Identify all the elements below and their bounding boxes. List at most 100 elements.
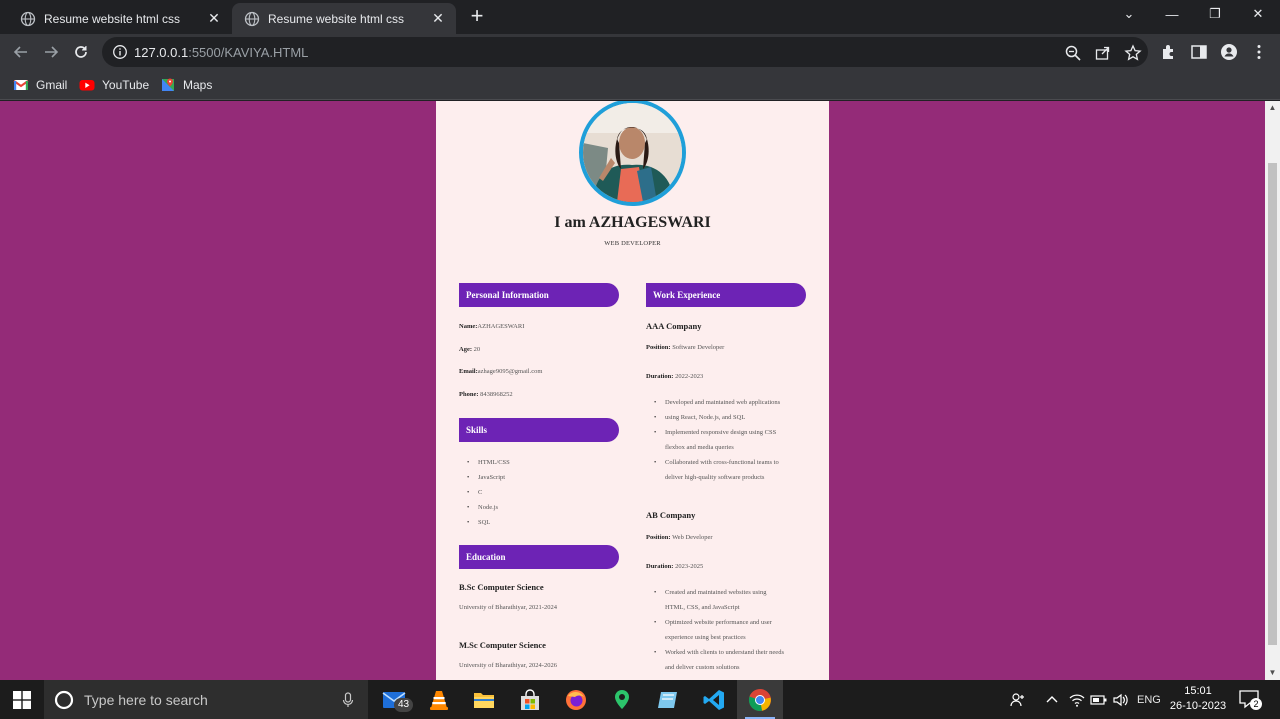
windows-logo-icon [13,690,31,709]
tab-resume-2[interactable]: Resume website html css ✕ [232,3,456,34]
tab-strip: Resume website html css ✕ Resume website… [0,0,1280,34]
url-text: 127.0.0.1:5500/KAVIYA.HTML [134,44,309,60]
gmail-icon [13,80,29,90]
profile-photo [579,101,686,206]
arrow-left-icon [13,46,27,58]
new-tab-button[interactable]: + [466,5,488,28]
store-bag-icon [521,688,539,710]
tab-resume-1[interactable]: Resume website html css ✕ [8,3,232,34]
globe-icon [20,11,36,26]
address-bar[interactable]: 127.0.0.1:5500/KAVIYA.HTML [102,37,1148,67]
page-scrollbar[interactable]: ▲ ▼ [1265,101,1280,680]
job-bullet: Collaborated with cross-functional teams… [654,455,779,470]
company-name: AB Company [646,510,696,520]
microphone-icon[interactable] [342,692,354,708]
job-bullet-cont: experience using best practices [665,634,746,641]
field-age: Age: 20 [459,346,481,353]
side-panel-icon[interactable] [1190,43,1208,61]
skill-item: SQL [467,515,491,530]
bookmark-gmail[interactable]: Gmail [13,76,67,94]
job-position: Position: Web Developer [646,534,713,541]
forward-button[interactable] [38,39,64,65]
field-email: Email:azhage9095@gmail.com [459,368,543,375]
company-name: AAA Company [646,321,702,331]
taskbar-mail[interactable]: 43 [372,680,418,719]
tray-overflow-chevron-icon[interactable] [1045,680,1059,719]
bookmark-youtube[interactable]: YouTube [79,76,149,94]
education-degree: B.Sc Computer Science [459,582,544,592]
close-tab-icon[interactable]: ✕ [430,10,446,27]
battery-icon[interactable] [1090,680,1108,719]
job-bullet: Optimized website performance and user [654,615,772,630]
taskbar-firefox[interactable] [553,680,599,719]
bookmark-label: YouTube [102,78,150,92]
zoom-icon[interactable] [1064,44,1082,62]
bookmark-label: Gmail [36,78,68,92]
field-phone: Phone: 8438968252 [459,391,513,398]
resume-heading: I am AZHAGESWARI [554,214,711,231]
restore-button[interactable]: ❐ [1193,0,1237,28]
skill-item: JavaScript [467,470,505,485]
extensions-puzzle-icon[interactable] [1160,43,1178,61]
scrollbar-thumb[interactable] [1268,163,1277,645]
profile-icon[interactable] [1220,43,1238,61]
vscode-icon [703,689,724,710]
notification-count: 2 [1250,698,1262,710]
job-bullet: Implemented responsive design using CSS [654,425,776,440]
scroll-up-arrow-icon[interactable]: ▲ [1265,101,1280,115]
taskbar-clock[interactable]: 15:01 26-10-2023 [1164,684,1232,714]
section-header-skills: Skills [459,418,619,442]
bookmark-star-icon[interactable] [1124,44,1142,62]
skill-item: Node.js [467,500,498,515]
tab-title: Resume website html css [268,11,405,26]
tab-search-chevron-icon[interactable]: ⌄ [1107,0,1151,28]
taskbar-vscode[interactable] [691,680,737,719]
start-button[interactable] [0,680,44,719]
info-icon[interactable] [112,44,128,60]
clock-time: 15:01 [1184,685,1212,697]
minimize-button[interactable]: — [1150,0,1194,28]
skill-item: C [466,485,482,500]
language-indicator[interactable]: ENG [1137,680,1161,719]
map-pin-icon [615,689,629,709]
taskbar-maps-app[interactable] [599,680,645,719]
section-header-education: Education [459,545,619,569]
education-detail: University of Bharathiyar, 2024-2026 [459,662,557,669]
taskbar-vlc[interactable] [416,680,462,719]
taskbar-search[interactable]: Type here to search [44,680,368,719]
maps-icon [162,78,174,91]
wifi-icon[interactable] [1069,680,1085,719]
taskbar-chrome[interactable] [737,680,783,719]
reload-button[interactable] [68,39,94,65]
field-name: Name:AZHAGESWARI [459,323,525,330]
bookmark-maps[interactable]: Maps [160,76,212,94]
resume-role: WEB DEVELOPER [604,240,661,247]
clock-date: 26-10-2023 [1169,700,1227,712]
chrome-icon [748,688,771,711]
job-duration: Duration: 2022-2023 [646,373,704,380]
arrow-right-icon [45,46,59,58]
section-header-personal: Personal Information [459,283,619,307]
volume-icon[interactable] [1112,680,1130,719]
notification-center-button[interactable]: 2 [1238,688,1262,712]
folder-icon [474,692,494,708]
sticky-notes-icon [658,691,677,708]
share-icon[interactable] [1094,44,1112,62]
close-tab-icon[interactable]: ✕ [206,10,222,27]
scroll-down-arrow-icon[interactable]: ▼ [1265,666,1280,680]
people-icon[interactable] [1010,680,1026,719]
job-bullet-cont: HTML, CSS, and JavaScript [665,604,740,611]
taskbar-notes-app[interactable] [645,680,691,719]
taskbar-file-explorer[interactable] [461,680,507,719]
taskbar-store[interactable] [507,680,553,719]
job-bullet-cont: flexbox and media queries [665,444,734,451]
close-window-button[interactable]: ✕ [1236,0,1280,28]
more-menu-icon[interactable] [1250,43,1268,61]
profile-photo-image [583,103,682,202]
job-position: Position: Software Developer [646,344,725,351]
job-duration: Duration: 2023-2025 [646,563,704,570]
search-placeholder: Type here to search [84,691,208,708]
bookmarks-bar: Gmail YouTube Maps [0,70,1280,100]
back-button[interactable] [8,39,34,65]
browser-toolbar: 127.0.0.1:5500/KAVIYA.HTML [0,34,1280,70]
